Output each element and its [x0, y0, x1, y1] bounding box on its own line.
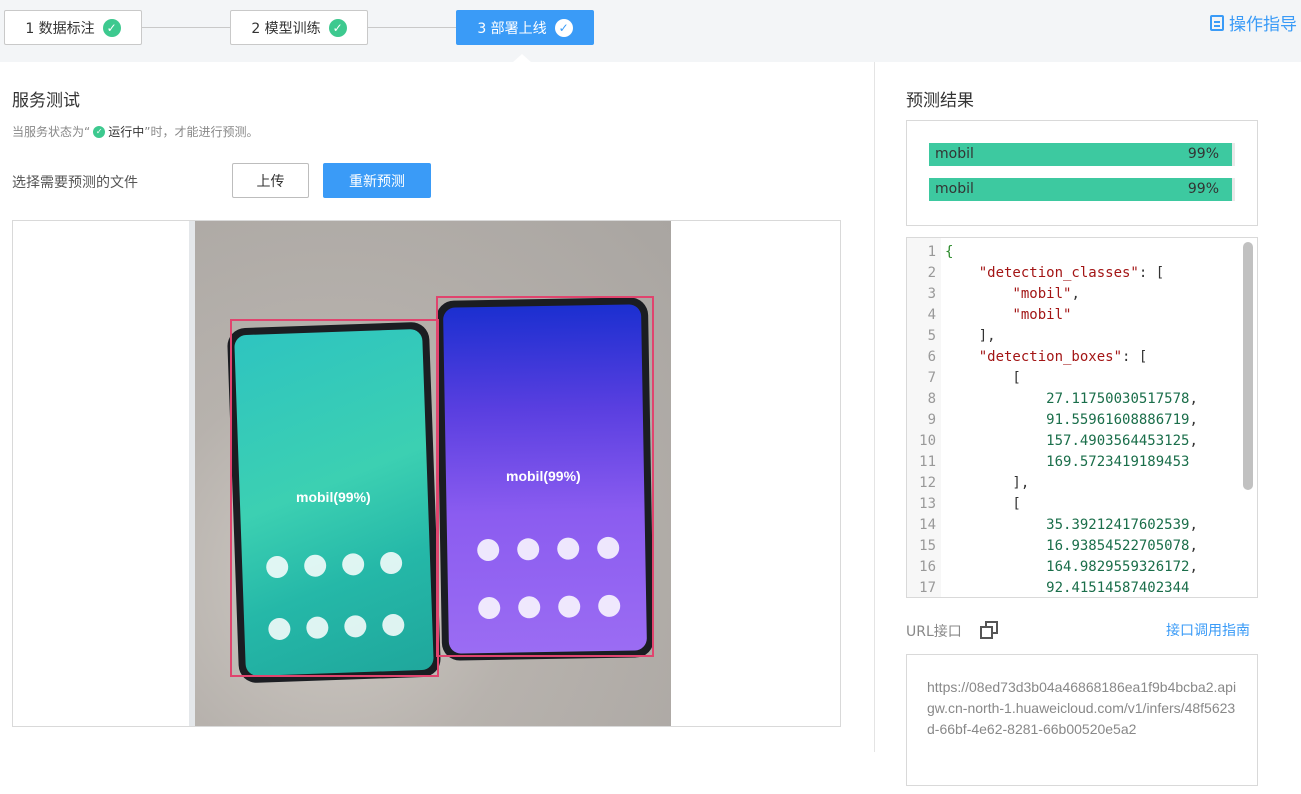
code-text: "mobil"	[1012, 307, 1072, 323]
check-icon: ✓	[93, 125, 106, 138]
result-row: mobil 99%	[929, 143, 1235, 166]
code-line: 2 "detection_classes": [	[907, 263, 1257, 284]
line-number: 3	[927, 286, 936, 302]
code-text: "mobil",	[1012, 286, 1080, 302]
step-label: 2 模型训练	[251, 20, 321, 37]
line-number: 16	[919, 559, 936, 575]
document-icon	[1210, 14, 1224, 31]
code-text: 91.55961608886719,	[1046, 412, 1198, 428]
prediction-results-panel: mobil 99% mobil 99%	[906, 120, 1258, 226]
line-number: 14	[919, 517, 936, 533]
code-text: "detection_classes": [	[978, 265, 1165, 281]
line-number: 5	[927, 328, 936, 344]
line-number: 4	[927, 307, 936, 323]
code-line: 13 [	[907, 494, 1257, 515]
code-text: "detection_boxes": [	[978, 349, 1148, 365]
url-interface-label: URL接口	[906, 624, 962, 640]
step-label: 1 数据标注	[25, 20, 95, 37]
code-line: 17 92.41514587402344	[907, 578, 1257, 597]
check-icon: ✓	[102, 18, 121, 37]
code-line: 15 16.93854522705078,	[907, 536, 1257, 557]
detection-label: mobil(99%)	[506, 468, 581, 484]
result-confidence-bar	[929, 178, 1232, 201]
code-text: 92.41514587402344	[1046, 580, 1190, 596]
code-line: 14 35.39212417602539,	[907, 515, 1257, 536]
step-label: 3 部署上线	[477, 20, 547, 37]
line-number: 13	[919, 496, 936, 512]
step-model-training[interactable]: 2 模型训练 ✓	[230, 10, 368, 45]
code-text: 27.11750030517578,	[1046, 391, 1198, 407]
code-text: 164.9829559326172,	[1046, 559, 1198, 575]
url-box: https://08ed73d3b04a46868186ea1f9b4bcba2…	[906, 654, 1258, 786]
prediction-result-title: 预测结果	[906, 91, 974, 111]
line-number: 9	[927, 412, 936, 428]
service-hint: 当服务状态为“ ✓ 运行中 ”时，才能进行预测。	[12, 123, 258, 140]
code-line: 1{	[907, 242, 1257, 263]
line-number: 10	[919, 433, 936, 449]
code-scrollbar[interactable]	[1243, 242, 1253, 490]
detection-label: mobil(99%)	[296, 489, 371, 505]
step-deploy[interactable]: 3 部署上线 ✓	[456, 10, 594, 45]
result-confidence-bar	[929, 143, 1232, 166]
code-line: 16 164.9829559326172,	[907, 557, 1257, 578]
code-text: {	[945, 244, 954, 260]
result-confidence: 99%	[1187, 146, 1219, 162]
prediction-json-viewer[interactable]: 1{2 "detection_classes": [3 "mobil", 4 "m…	[906, 237, 1258, 598]
code-line: 12 ],	[907, 473, 1257, 494]
repredict-button[interactable]: 重新预测	[323, 163, 431, 198]
code-text: [	[945, 370, 1021, 386]
api-guide-link[interactable]: 接口调用指南	[1166, 620, 1250, 640]
panel-divider	[874, 62, 875, 752]
code-line: 9 91.55961608886719,	[907, 410, 1257, 431]
api-url: https://08ed73d3b04a46868186ea1f9b4bcba2…	[927, 679, 1237, 737]
copy-icon[interactable]	[980, 621, 998, 639]
code-text: 157.4903564453125,	[1046, 433, 1198, 449]
code-text: [	[945, 496, 1021, 512]
active-step-pointer	[513, 54, 531, 62]
code-text: 169.5723419189453	[1046, 454, 1190, 470]
code-line: 7 [	[907, 368, 1257, 389]
file-select-label: 选择需要预测的文件	[12, 175, 138, 191]
code-text: ],	[945, 475, 1030, 491]
line-number: 12	[919, 475, 936, 491]
step-data-labeling[interactable]: 1 数据标注 ✓	[4, 10, 142, 45]
result-class-name: mobil	[935, 146, 974, 162]
hint-prefix: 当服务状态为“	[12, 125, 91, 139]
photo-edge	[189, 221, 195, 726]
step-bar: 1 数据标注 ✓ 2 模型训练 ✓ 3 部署上线 ✓ 操作指导	[0, 0, 1301, 62]
hint-suffix: ”时，才能进行预测。	[144, 125, 259, 139]
result-row: mobil 99%	[929, 178, 1235, 201]
code-text: 35.39212417602539,	[1046, 517, 1198, 533]
line-number: 11	[919, 454, 936, 470]
check-icon: ✓	[328, 18, 347, 37]
check-icon: ✓	[554, 18, 573, 37]
code-text: ],	[945, 328, 996, 344]
line-number: 8	[927, 391, 936, 407]
copy-icon-front	[980, 626, 993, 639]
guide-link-label: 操作指导	[1229, 15, 1297, 35]
code-line: 5 ],	[907, 326, 1257, 347]
line-number: 6	[927, 349, 936, 365]
code-line: 3 "mobil",	[907, 284, 1257, 305]
line-number: 1	[927, 244, 936, 260]
code-line: 6 "detection_boxes": [	[907, 347, 1257, 368]
line-number: 7	[927, 370, 936, 386]
result-class-name: mobil	[935, 181, 974, 197]
hint-status: 运行中	[108, 125, 145, 139]
code-line: 8 27.11750030517578,	[907, 389, 1257, 410]
line-number: 17	[919, 580, 936, 596]
code-line: 4 "mobil"	[907, 305, 1257, 326]
line-number: 2	[927, 265, 936, 281]
code-text: 16.93854522705078,	[1046, 538, 1198, 554]
service-test-title: 服务测试	[12, 91, 80, 111]
operation-guide-link[interactable]: 操作指导	[1210, 10, 1297, 35]
step-connector	[368, 27, 456, 28]
result-confidence: 99%	[1187, 181, 1219, 197]
line-number: 15	[919, 538, 936, 554]
code-line: 11 169.5723419189453	[907, 452, 1257, 473]
step-connector	[142, 27, 230, 28]
upload-button[interactable]: 上传	[232, 163, 309, 198]
prediction-image-preview: mobil(99%) mobil(99%)	[12, 220, 841, 727]
code-line: 10 157.4903564453125,	[907, 431, 1257, 452]
